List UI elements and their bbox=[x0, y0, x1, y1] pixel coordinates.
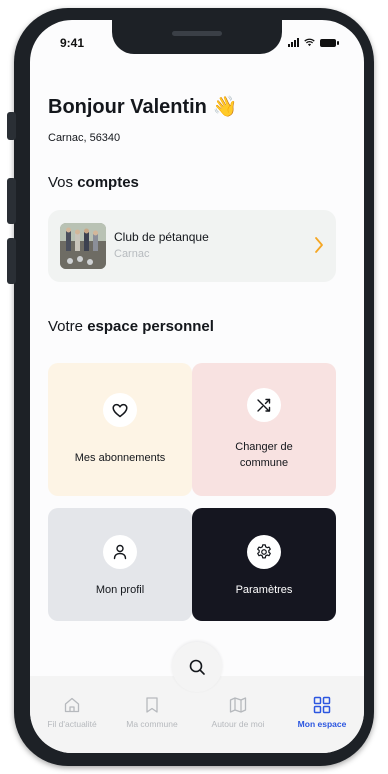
accounts-title-bold: comptes bbox=[77, 174, 139, 191]
waving-hand-icon: 👋 bbox=[212, 96, 238, 118]
grid-icon bbox=[313, 696, 331, 714]
user-icon bbox=[103, 535, 137, 569]
home-icon bbox=[64, 697, 80, 713]
search-button[interactable] bbox=[172, 642, 222, 692]
accounts-title-prefix: Vos bbox=[48, 174, 74, 191]
account-name: Club de pétanque bbox=[114, 230, 209, 244]
chevron-right-icon[interactable] bbox=[314, 236, 324, 254]
nav-label: Mon espace bbox=[297, 719, 347, 729]
greeting-title: Bonjour Valentin 👋 bbox=[48, 94, 238, 119]
app-screen: 9:41 Bonjour Valentin 👋 Carnac, 56340 Vos… bbox=[30, 20, 364, 753]
cellular-signal-icon bbox=[288, 38, 299, 47]
tile-mes-abonnements[interactable]: Mes abonnements bbox=[48, 363, 192, 496]
bookmark-icon bbox=[146, 697, 158, 713]
tile-changer-de-commune[interactable]: Changer de commune bbox=[192, 363, 336, 496]
heart-icon bbox=[103, 393, 137, 427]
nav-item-fil-actualite[interactable]: Fil d'actualité bbox=[30, 696, 114, 729]
nav-label: Ma commune bbox=[126, 719, 178, 729]
page: 9:41 Bonjour Valentin 👋 Carnac, 56340 Vos… bbox=[0, 0, 388, 774]
status-time: 9:41 bbox=[60, 36, 85, 50]
tile-label: Mes abonnements bbox=[74, 452, 166, 464]
nav-item-mon-espace[interactable]: Mon espace bbox=[280, 696, 364, 729]
nav-item-autour-de-moi[interactable]: Autour de moi bbox=[196, 696, 280, 729]
personal-space-title-bold: espace personnel bbox=[87, 318, 214, 335]
nav-label: Fil d'actualité bbox=[47, 719, 97, 729]
personal-space-title-prefix: Votre bbox=[48, 318, 84, 335]
tile-label: Mon profil bbox=[95, 584, 145, 596]
nav-item-ma-commune[interactable]: Ma commune bbox=[110, 696, 194, 729]
status-icons bbox=[288, 38, 339, 47]
tile-label: Changer de commune bbox=[235, 441, 293, 469]
greeting-text: Bonjour Valentin bbox=[48, 96, 207, 118]
petanque-photo bbox=[60, 223, 106, 269]
mute-switch bbox=[7, 112, 16, 140]
nav-label: Autour de moi bbox=[211, 719, 265, 729]
accounts-section-title: Vos comptes bbox=[48, 174, 139, 191]
tile-label: Paramètres bbox=[235, 584, 293, 596]
gear-icon bbox=[247, 535, 281, 569]
shuffle-icon bbox=[247, 388, 281, 422]
map-icon bbox=[229, 697, 247, 713]
volume-up-button bbox=[7, 178, 16, 224]
user-location: Carnac, 56340 bbox=[48, 132, 121, 144]
account-location: Carnac bbox=[114, 248, 150, 260]
speaker-grille bbox=[172, 31, 222, 36]
volume-down-button bbox=[7, 238, 16, 284]
battery-icon bbox=[320, 39, 339, 47]
account-card-club-petanque[interactable]: Club de pétanque Carnac bbox=[48, 210, 336, 282]
tile-parametres[interactable]: Paramètres bbox=[192, 508, 336, 621]
tile-mon-profil[interactable]: Mon profil bbox=[48, 508, 192, 621]
wifi-icon bbox=[304, 38, 315, 47]
personal-space-section-title: Votre espace personnel bbox=[48, 318, 214, 335]
search-icon bbox=[189, 659, 205, 675]
notch bbox=[112, 20, 282, 54]
